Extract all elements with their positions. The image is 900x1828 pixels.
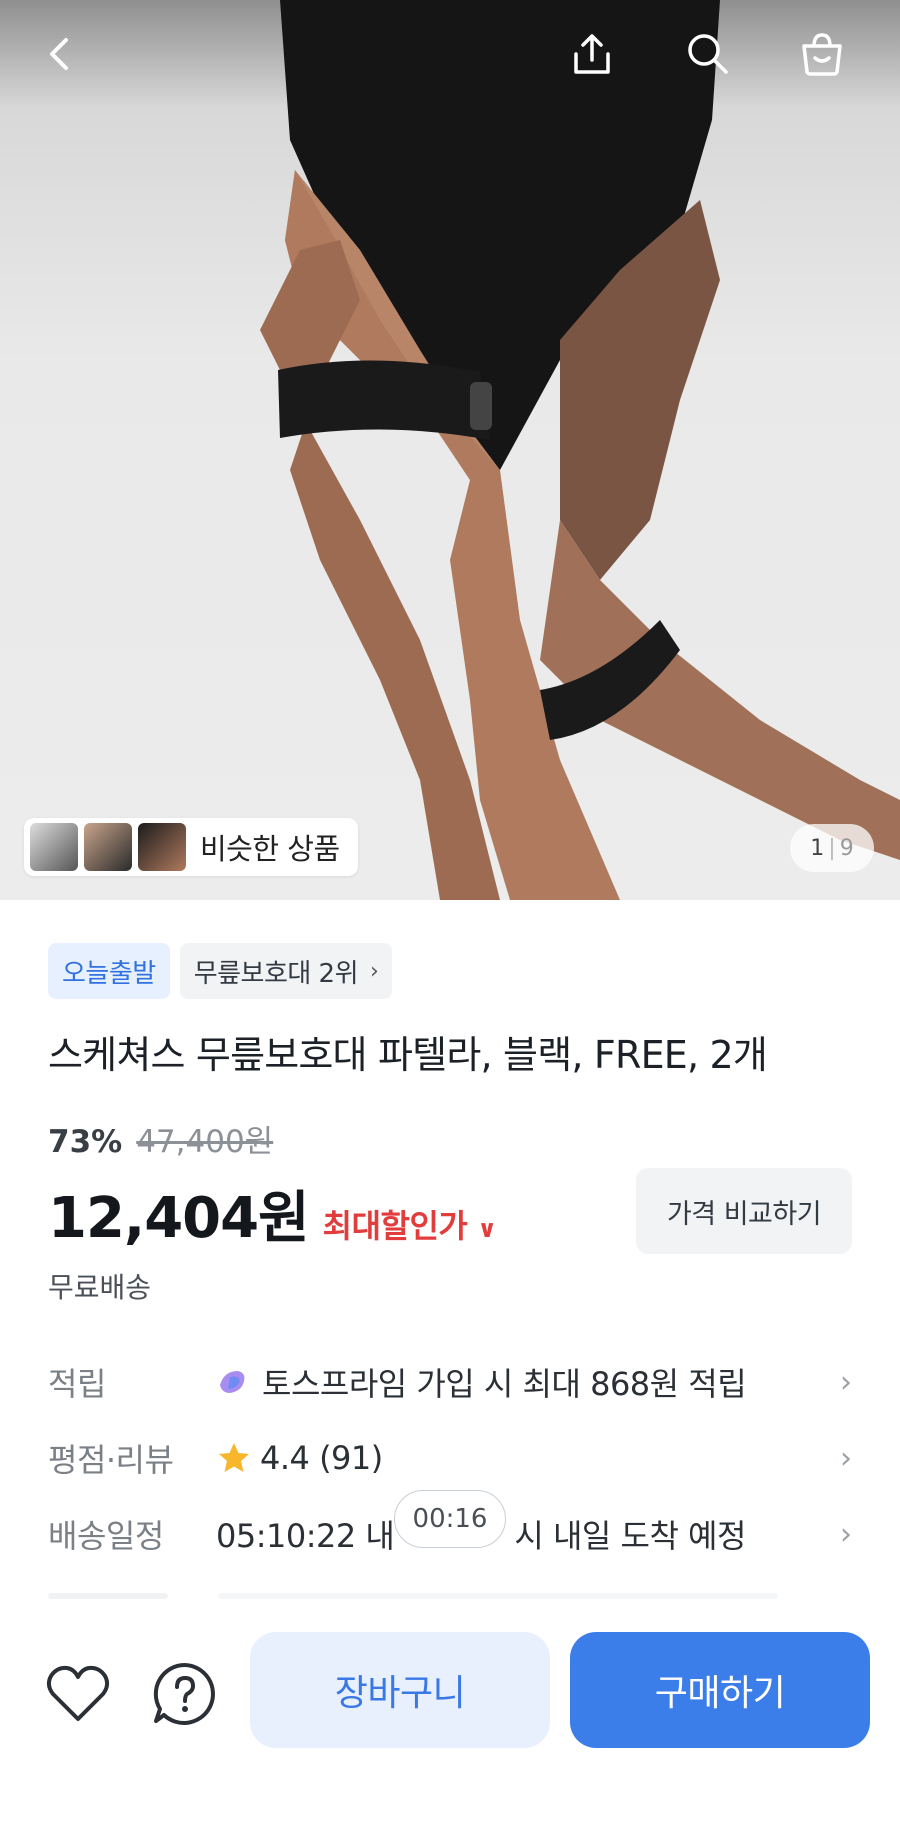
info-label: 적립 xyxy=(48,1365,106,1403)
product-photo xyxy=(260,0,900,900)
delivery-estimate: 시 내일 도착 예정 xyxy=(514,1517,746,1555)
wishlist-button[interactable] xyxy=(38,1654,118,1734)
image-counter: 1 | 9 xyxy=(790,824,874,872)
info-value: 4.4 (91) xyxy=(260,1439,383,1477)
back-button[interactable] xyxy=(28,22,92,86)
info-row-points[interactable]: 적립 토스프라임 가입 시 최대 868원 적립 › xyxy=(48,1352,852,1412)
info-row-rating[interactable]: 평점·리뷰 4.4 (91) › xyxy=(48,1428,852,1488)
product-title: 스케쳐스 무릎보호대 파텔라, 블랙, FREE, 2개 xyxy=(48,1033,768,1077)
toss-prime-icon xyxy=(220,1371,245,1393)
cart-button[interactable] xyxy=(790,22,854,86)
similar-products-button[interactable]: 비슷한 상품 xyxy=(24,818,358,876)
delivery-countdown: 05:10:22 내 xyxy=(216,1517,395,1555)
price-row: 12,404원 최대할인가 ∨ xyxy=(48,1173,497,1254)
add-to-cart-button[interactable]: 장바구니 xyxy=(250,1632,550,1748)
inquiry-button[interactable] xyxy=(145,1654,225,1734)
star-icon xyxy=(219,1443,249,1472)
shopping-bag-icon xyxy=(802,33,842,76)
product-image-gallery[interactable]: 비슷한 상품 1 | 9 xyxy=(0,0,900,900)
chevron-right-icon: › xyxy=(370,958,379,984)
heart-icon xyxy=(46,1665,110,1721)
info-label: 평점·리뷰 xyxy=(48,1441,174,1479)
chevron-left-icon xyxy=(50,38,68,70)
sale-price: 12,404원 xyxy=(48,1186,310,1251)
chevron-right-icon: › xyxy=(840,1516,852,1552)
product-tags: 오늘출발 무릎보호대 2위 › xyxy=(48,943,393,999)
search-icon xyxy=(688,34,728,74)
buy-now-button[interactable]: 구매하기 xyxy=(570,1632,870,1748)
max-discount-dropdown[interactable]: 최대할인가 ∨ xyxy=(323,1201,497,1247)
original-price: 47,400원 xyxy=(136,1124,274,1160)
question-icon xyxy=(153,1662,215,1725)
similar-products-label: 비슷한 상품 xyxy=(200,832,340,866)
info-label: 배송일정 xyxy=(48,1517,164,1555)
share-icon xyxy=(574,34,610,74)
discount-row: 73% 47,400원 xyxy=(48,1116,273,1161)
info-value: 토스프라임 가입 시 최대 868원 적립 xyxy=(262,1365,747,1403)
bottom-action-bar: 장바구니 구매하기 xyxy=(0,1600,900,1828)
tag-ranking[interactable]: 무릎보호대 2위 › xyxy=(179,943,393,999)
recording-timer: 00:16 xyxy=(394,1490,506,1548)
chevron-down-icon: ∨ xyxy=(477,1215,497,1243)
similar-thumb-2 xyxy=(84,823,132,871)
chevron-right-icon: › xyxy=(840,1364,852,1400)
compare-price-button[interactable]: 가격 비교하기 xyxy=(636,1168,852,1254)
search-button[interactable] xyxy=(676,22,740,86)
share-button[interactable] xyxy=(560,22,624,86)
shipping-info: 무료배송 xyxy=(48,1271,152,1304)
similar-thumb-1 xyxy=(30,823,78,871)
chevron-right-icon: › xyxy=(840,1440,852,1476)
similar-thumb-3 xyxy=(138,823,186,871)
tag-today-shipping: 오늘출발 xyxy=(48,943,170,999)
discount-percent: 73% xyxy=(48,1124,123,1160)
